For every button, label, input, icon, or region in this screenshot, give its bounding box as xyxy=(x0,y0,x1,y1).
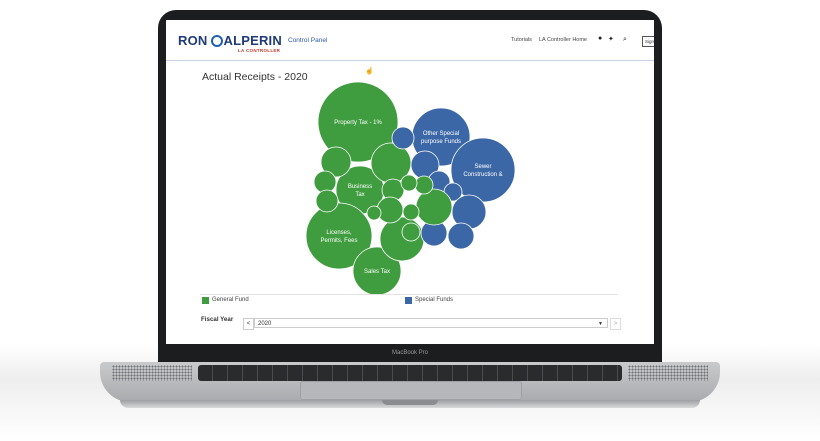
trackpad xyxy=(300,381,522,400)
fiscal-year-next-button[interactable]: > xyxy=(610,318,621,330)
bubble-17[interactable] xyxy=(414,175,434,195)
laptop-screen: RON ALPERIN LA CONTROLLER Control Panel T… xyxy=(166,20,654,344)
legend-special-funds: Special Funds xyxy=(415,297,454,303)
bubble-10[interactable] xyxy=(447,222,475,250)
fiscal-year-value: 2020 xyxy=(258,321,272,327)
bubble-15[interactable] xyxy=(402,203,420,221)
legend-divider xyxy=(200,294,618,295)
bubble-4[interactable] xyxy=(315,189,339,213)
device-label: MacBook Pro xyxy=(391,350,428,356)
fiscal-year-label: Fiscal Year xyxy=(201,316,234,323)
bubble-14[interactable] xyxy=(376,196,404,224)
fiscal-year-select[interactable]: 2020 ▼ xyxy=(254,318,608,328)
bubble-12[interactable] xyxy=(415,188,453,226)
speaker-grille-left xyxy=(112,365,192,381)
legend-general-fund: General Fund xyxy=(212,297,249,303)
chevron-down-icon: ▼ xyxy=(598,321,603,327)
speaker-grille-right xyxy=(628,365,708,381)
bubble-1[interactable] xyxy=(379,216,425,262)
special-funds-swatch xyxy=(405,297,412,304)
bubble-5[interactable] xyxy=(391,126,415,150)
bubble-chart: Property Tax - 1%Other Special purpose Fu… xyxy=(305,81,516,296)
keyboard xyxy=(198,365,622,381)
bubble-18[interactable] xyxy=(400,174,418,192)
bubble-3[interactable] xyxy=(313,170,337,194)
bubble-label: Sales Tax xyxy=(364,269,390,275)
lid-notch xyxy=(382,400,438,405)
fiscal-year-prev-button[interactable]: < xyxy=(243,318,254,330)
bubble-label: Property Tax - 1% xyxy=(334,120,382,126)
general-fund-swatch xyxy=(202,297,209,304)
bubble-16[interactable] xyxy=(401,222,421,242)
bubble-19[interactable] xyxy=(366,205,382,221)
